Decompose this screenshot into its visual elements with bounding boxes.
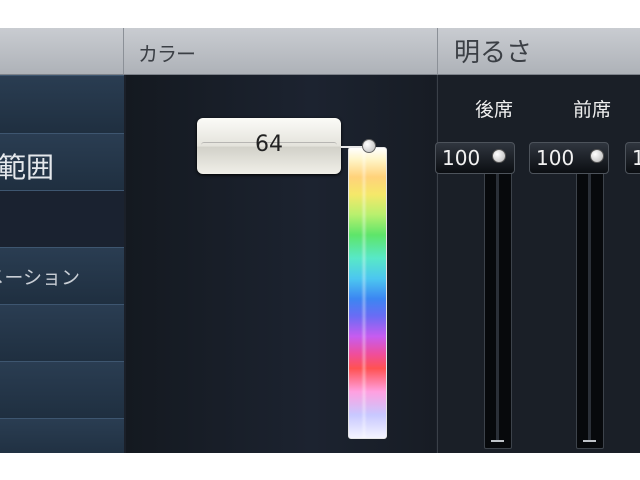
menu-item-3[interactable] bbox=[0, 190, 124, 248]
brightness-header: 明るさ bbox=[438, 28, 640, 75]
color-panel: 64 bbox=[126, 75, 436, 453]
front-seat-value-text: 100 bbox=[536, 146, 575, 170]
third-brightness-value: 1 bbox=[625, 142, 640, 174]
rear-seat-label: 後席 bbox=[475, 99, 514, 121]
front-seat-slider-knob[interactable] bbox=[590, 149, 604, 163]
screen: カラー 明るさ 範囲 ニメーション 64 bbox=[0, 28, 640, 453]
brightness-title: 明るさ bbox=[454, 38, 533, 68]
slider-min-tick bbox=[583, 440, 596, 442]
color-header: カラー bbox=[124, 28, 438, 75]
color-value-display: 64 bbox=[197, 118, 341, 174]
menu-item-label: 範囲 bbox=[0, 151, 54, 184]
menu-item-1[interactable] bbox=[0, 75, 124, 134]
menu-item-7[interactable] bbox=[0, 418, 124, 453]
front-seat-label: 前席 bbox=[573, 99, 612, 121]
menu-item-5[interactable] bbox=[0, 304, 124, 362]
color-spectrum-sheen bbox=[361, 148, 367, 438]
third-value-text: 1 bbox=[632, 146, 640, 170]
slider-track-line bbox=[588, 150, 591, 440]
left-menu: 範囲 ニメーション bbox=[0, 75, 126, 453]
color-spectrum-slider[interactable] bbox=[348, 147, 387, 439]
brightness-panel: 後席 100 前席 100 1 bbox=[435, 75, 640, 453]
menu-item-6[interactable] bbox=[0, 361, 124, 419]
color-slider-knob[interactable] bbox=[362, 139, 376, 153]
color-title: カラー bbox=[138, 42, 196, 66]
rear-seat-slider-knob[interactable] bbox=[492, 149, 506, 163]
menu-item-animation[interactable]: ニメーション bbox=[0, 247, 124, 305]
slider-track-line bbox=[496, 150, 499, 440]
rear-seat-brightness-slider[interactable] bbox=[484, 145, 512, 449]
color-value: 64 bbox=[255, 132, 283, 157]
front-seat-brightness-slider[interactable] bbox=[576, 145, 604, 449]
header-left-segment bbox=[0, 28, 124, 75]
menu-item-range[interactable]: 範囲 bbox=[0, 133, 124, 191]
menu-item-label: ニメーション bbox=[0, 267, 80, 289]
rear-seat-value-text: 100 bbox=[442, 146, 481, 170]
slider-min-tick bbox=[491, 440, 504, 442]
